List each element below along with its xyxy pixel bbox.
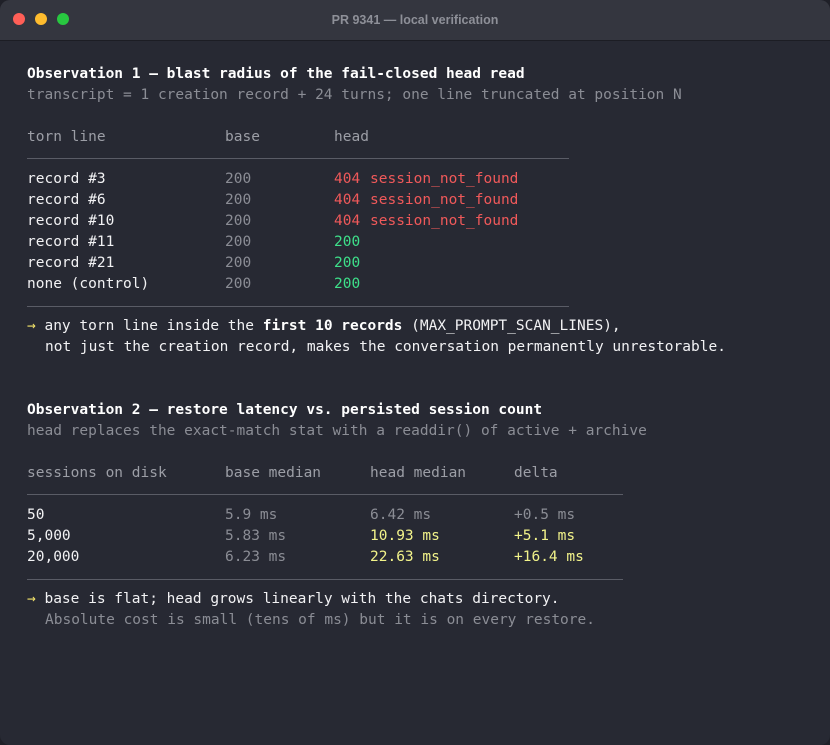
row-head-code: 404 bbox=[334, 213, 361, 229]
row-delta: +5.1 ms bbox=[514, 528, 576, 544]
table-row: 5,000 5.83 ms 10.93 ms +5.1 ms bbox=[27, 526, 647, 547]
row-head: 6.42 ms bbox=[370, 507, 432, 523]
window-title: PR 9341 — local verification bbox=[331, 13, 499, 27]
obs1-note-line1: → any torn line inside the first 10 reco… bbox=[27, 316, 621, 337]
row-head-msg: session_not_found bbox=[370, 213, 519, 229]
arrow-icon: → bbox=[27, 591, 36, 607]
obs2-heading: Observation 2 — restore latency vs. pers… bbox=[27, 402, 543, 418]
row-base: 200 bbox=[225, 276, 252, 292]
note-emphasis: first 10 records bbox=[262, 318, 403, 334]
row-base: 200 bbox=[225, 192, 252, 208]
arrow-icon: → bbox=[27, 318, 36, 334]
table-row: record #3 200 404 session_not_found bbox=[27, 169, 587, 190]
row-head-code: 200 bbox=[334, 276, 361, 292]
obs2-subheading: head replaces the exact-match stat with … bbox=[27, 423, 647, 439]
table-row: record #10 200 404 session_not_found bbox=[27, 211, 587, 232]
row-torn: record #21 bbox=[27, 255, 115, 271]
row-torn: record #3 bbox=[27, 171, 106, 187]
row-head-code: 200 bbox=[334, 255, 361, 271]
row-base: 200 bbox=[225, 171, 252, 187]
table-row: record #6 200 404 session_not_found bbox=[27, 190, 587, 211]
obs2-rule-bottom bbox=[27, 579, 623, 580]
obs2-col-delta: delta bbox=[514, 465, 558, 481]
table-row: 20,000 6.23 ms 22.63 ms +16.4 ms bbox=[27, 547, 647, 568]
table-row: record #11 200 200 bbox=[27, 232, 587, 253]
row-head-msg: session_not_found bbox=[370, 171, 519, 187]
row-delta: +16.4 ms bbox=[514, 549, 584, 565]
row-base: 200 bbox=[225, 234, 252, 250]
row-head-code: 404 bbox=[334, 192, 361, 208]
obs2-col-sessions: sessions on disk bbox=[27, 465, 167, 481]
obs2-rule-top bbox=[27, 494, 623, 495]
row-torn: record #11 bbox=[27, 234, 115, 250]
terminal-window: PR 9341 — local verification Observation… bbox=[0, 0, 830, 745]
row-head: 22.63 ms bbox=[370, 549, 440, 565]
table-row: none (control) 200 200 bbox=[27, 274, 587, 295]
row-delta: +0.5 ms bbox=[514, 507, 576, 523]
table-row: 50 5.9 ms 6.42 ms +0.5 ms bbox=[27, 505, 647, 526]
obs1-col-base: base bbox=[225, 129, 260, 145]
row-sessions: 50 bbox=[27, 507, 45, 523]
row-sessions: 5,000 bbox=[27, 528, 71, 544]
row-torn: record #6 bbox=[27, 192, 106, 208]
obs2-note-line2: Absolute cost is small (tens of ms) but … bbox=[45, 612, 595, 628]
table-row: record #21 200 200 bbox=[27, 253, 587, 274]
obs1-rule-bottom bbox=[27, 306, 569, 307]
row-base: 6.23 ms bbox=[225, 549, 287, 565]
note-text-a: any torn line inside the bbox=[35, 318, 263, 334]
obs2-col-head: head median bbox=[370, 465, 467, 481]
obs1-col-head: head bbox=[334, 129, 369, 145]
title-bar[interactable]: PR 9341 — local verification bbox=[0, 0, 830, 41]
obs2-table-header: sessions on disk base median head median… bbox=[27, 463, 647, 484]
row-base: 200 bbox=[225, 213, 252, 229]
obs2-col-base: base median bbox=[225, 465, 322, 481]
row-torn: none (control) bbox=[27, 276, 150, 292]
obs1-table-header: torn line base head bbox=[27, 127, 587, 148]
note-text-c: (MAX_PROMPT_SCAN_LINES), bbox=[402, 318, 621, 334]
row-head-msg: session_not_found bbox=[370, 192, 519, 208]
obs2-note-line1: → base is flat; head grows linearly with… bbox=[27, 589, 560, 610]
row-base: 5.83 ms bbox=[225, 528, 287, 544]
obs1-subheading: transcript = 1 creation record + 24 turn… bbox=[27, 87, 682, 103]
row-head-code: 404 bbox=[334, 171, 361, 187]
obs1-col-torn: torn line bbox=[27, 129, 106, 145]
row-head-code: 200 bbox=[334, 234, 361, 250]
row-head: 10.93 ms bbox=[370, 528, 440, 544]
note-text: base is flat; head grows linearly with t… bbox=[35, 591, 560, 607]
row-torn: record #10 bbox=[27, 213, 115, 229]
row-sessions: 20,000 bbox=[27, 549, 80, 565]
obs1-heading: Observation 1 — blast radius of the fail… bbox=[27, 66, 525, 82]
obs1-note-line2: not just the creation record, makes the … bbox=[45, 339, 726, 355]
row-base: 200 bbox=[225, 255, 252, 271]
row-base: 5.9 ms bbox=[225, 507, 278, 523]
obs1-rule-top bbox=[27, 158, 569, 159]
